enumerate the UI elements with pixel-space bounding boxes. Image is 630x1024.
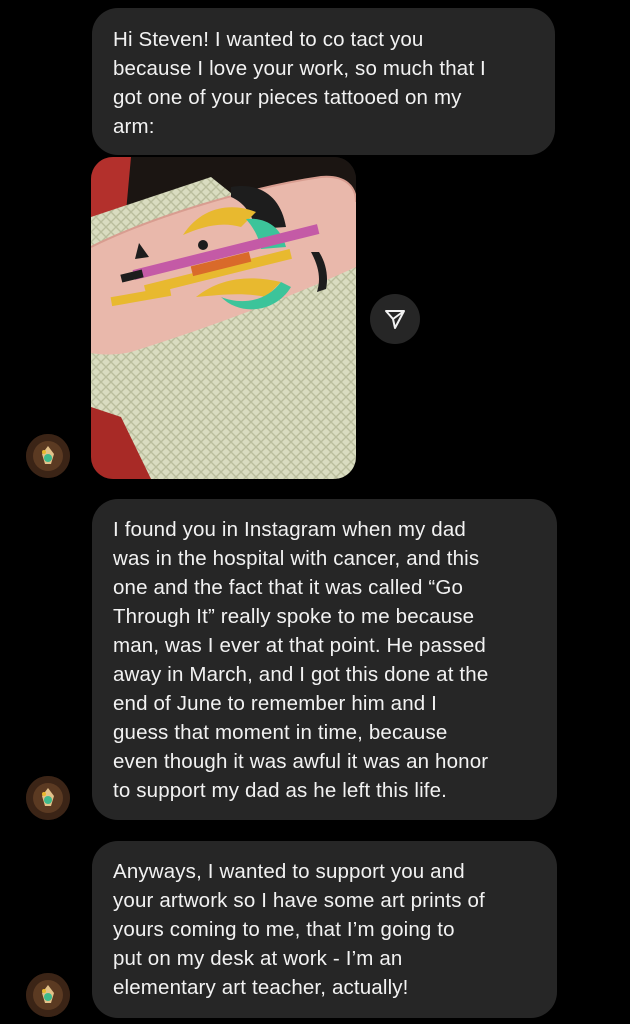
sender-avatar[interactable] <box>26 434 70 478</box>
message-bubble[interactable]: Hi Steven! I wanted to co tact you becau… <box>92 8 555 155</box>
message-bubble[interactable]: I found you in Instagram when my dad was… <box>92 499 557 820</box>
avatar-image <box>26 973 70 1017</box>
sender-avatar[interactable] <box>26 973 70 1017</box>
avatar-image <box>26 776 70 820</box>
message-bubble[interactable]: Anyways, I wanted to support you and you… <box>92 841 557 1018</box>
share-button[interactable] <box>370 294 420 344</box>
sender-avatar[interactable] <box>26 776 70 820</box>
tattoo-photo[interactable] <box>91 157 356 479</box>
paper-plane-icon <box>385 310 405 329</box>
tattoo-photo-image <box>91 157 356 479</box>
avatar-image <box>26 434 70 478</box>
